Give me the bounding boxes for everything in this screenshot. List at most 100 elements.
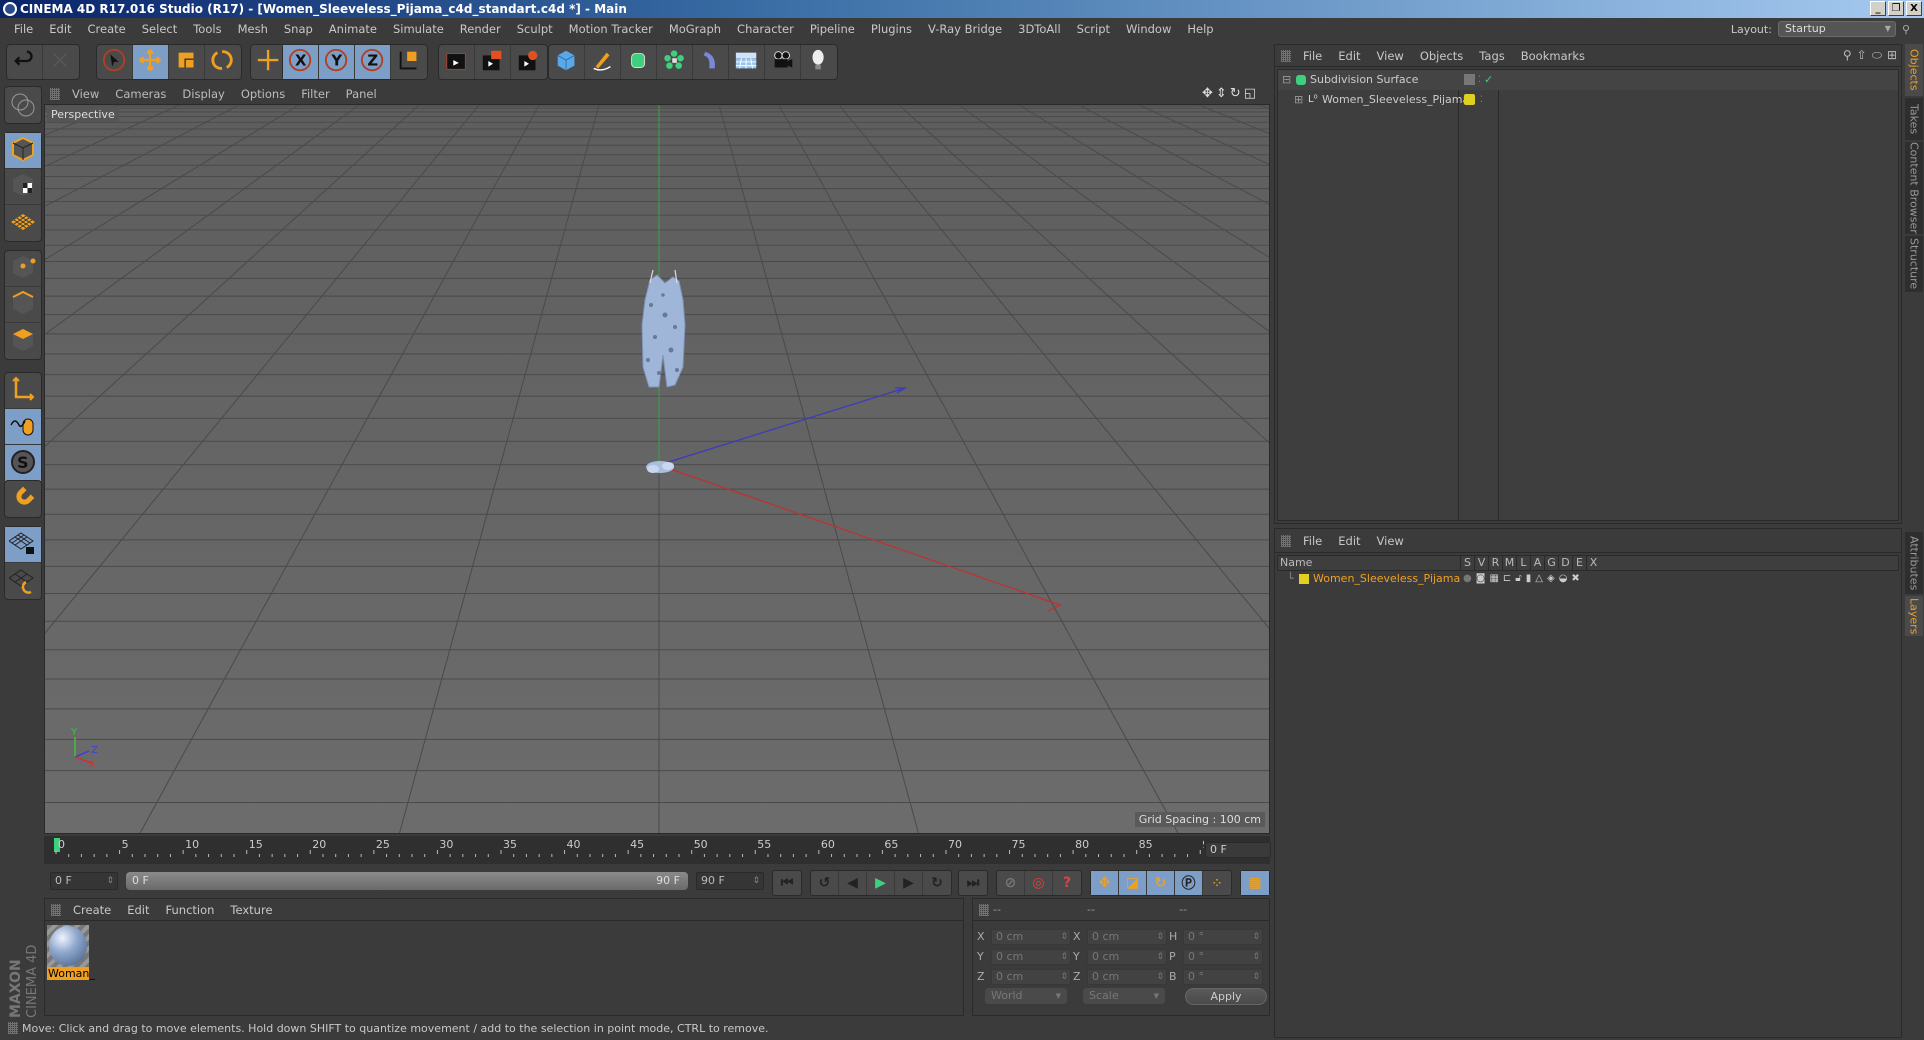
restore-button[interactable]: ❐ — [1888, 1, 1904, 16]
solo-mode-button[interactable]: S — [5, 445, 41, 481]
material-menu-edit[interactable]: Edit — [119, 903, 157, 917]
enabled-check-icon[interactable]: ✓ — [1484, 70, 1493, 90]
object-menu-bookmarks[interactable]: Bookmarks — [1513, 49, 1593, 63]
key-scale-button[interactable]: ◪ — [1119, 871, 1147, 895]
column-m[interactable]: M — [1502, 556, 1516, 570]
visibility-dots[interactable]: ⁚ — [1480, 90, 1483, 110]
column-s[interactable]: S — [1460, 556, 1474, 570]
deformer-button[interactable] — [693, 45, 729, 79]
material-menu-texture[interactable]: Texture — [222, 903, 280, 917]
coordinate-system-button[interactable] — [391, 45, 427, 79]
layout-dropdown[interactable]: Startup — [1777, 21, 1896, 37]
column-r[interactable]: R — [1488, 556, 1502, 570]
camera-label[interactable]: Perspective — [47, 107, 119, 122]
tweak-mode-button[interactable] — [5, 409, 41, 445]
z-axis-lock-button[interactable]: Z — [355, 45, 391, 79]
menu-render[interactable]: Render — [452, 22, 509, 36]
column-name[interactable]: Name — [1278, 556, 1460, 570]
editor-visibility-icon[interactable] — [1464, 74, 1475, 85]
texture-mode-button[interactable] — [5, 169, 41, 205]
object-row[interactable]: ⊟ Subdivision Surface ⁚ ✓ — [1278, 70, 1898, 90]
coord-field[interactable]: 0 cm — [1087, 969, 1167, 985]
coordinate-space-dropdown[interactable]: World — [985, 988, 1067, 1004]
layer-menu-file[interactable]: File — [1295, 534, 1330, 548]
snap-button[interactable] — [5, 481, 41, 517]
move-button[interactable] — [133, 45, 169, 79]
menu-file[interactable]: File — [6, 22, 41, 36]
search-icon[interactable]: ⚲ — [1843, 48, 1852, 63]
column-a[interactable]: A — [1530, 556, 1544, 570]
coord-field[interactable]: 0 ° — [1183, 969, 1263, 985]
menu-select[interactable]: Select — [134, 22, 185, 36]
coord-field[interactable]: 0 cm — [1087, 929, 1167, 945]
tab-layers[interactable]: Layers — [1905, 596, 1923, 636]
panel-grip[interactable] — [1281, 534, 1291, 547]
column-l[interactable]: L — [1516, 556, 1530, 570]
go-to-next-key-button[interactable]: ↻ — [923, 871, 951, 895]
object-menu-tags[interactable]: Tags — [1471, 49, 1512, 63]
xref-icon[interactable]: ✖ — [1571, 571, 1579, 587]
column-e[interactable]: E — [1572, 556, 1586, 570]
current-frame-field[interactable]: 0 F — [1205, 842, 1271, 858]
tab-structure[interactable]: Structure — [1905, 236, 1923, 292]
material-menu-create[interactable]: Create — [65, 903, 119, 917]
collapse-icon[interactable]: ⊟ — [1282, 70, 1291, 90]
tab-content-browser[interactable]: Content Browser — [1905, 142, 1923, 234]
keyframe-selection-button[interactable]: ? — [1053, 871, 1081, 895]
light-button[interactable] — [801, 45, 837, 79]
floor-scene-button[interactable] — [729, 45, 765, 79]
column-g[interactable]: G — [1544, 556, 1558, 570]
viewport-menu-cameras[interactable]: Cameras — [107, 87, 174, 101]
subdivision-surface-button[interactable] — [621, 45, 657, 79]
new-panel-icon[interactable]: ⊞ — [1887, 48, 1897, 63]
render-visibility-dots[interactable]: ⁚ — [1478, 70, 1481, 90]
object-menu-view[interactable]: View — [1369, 49, 1412, 63]
preview-range-slider[interactable]: 0 F 90 F — [126, 872, 688, 890]
edges-mode-button[interactable] — [5, 287, 41, 323]
viewport-menu-filter[interactable]: Filter — [293, 87, 337, 101]
dolly-view-icon[interactable]: ⇕ — [1216, 86, 1227, 101]
scale-button[interactable] — [169, 45, 205, 79]
key-rotation-button[interactable]: ↻ — [1147, 871, 1175, 895]
manager-icon[interactable]: ⊏ — [1503, 571, 1511, 587]
menu-motion-tracker[interactable]: Motion Tracker — [561, 22, 661, 36]
play-button[interactable]: ▶ — [867, 871, 895, 895]
x-axis-lock-button[interactable]: X — [283, 45, 319, 79]
points-mode-button[interactable] — [5, 251, 41, 287]
toggle-view-icon[interactable]: ◱ — [1244, 86, 1256, 101]
menu-simulate[interactable]: Simulate — [385, 22, 452, 36]
column-x[interactable]: X — [1586, 556, 1600, 570]
menu-mesh[interactable]: Mesh — [230, 22, 276, 36]
object-menu-objects[interactable]: Objects — [1412, 49, 1471, 63]
render-icon[interactable]: ▦ — [1489, 571, 1498, 587]
material-menu-function[interactable]: Function — [158, 903, 223, 917]
go-to-previous-key-button[interactable]: ↺ — [811, 871, 839, 895]
solo-icon[interactable]: ● — [1463, 571, 1472, 587]
expand-icon[interactable]: ⊞ — [1294, 90, 1303, 110]
deformers-icon[interactable]: ◈ — [1547, 571, 1555, 587]
make-editable-button[interactable] — [5, 87, 41, 123]
coord-field[interactable]: 0 ° — [1183, 949, 1263, 965]
menu-snap[interactable]: Snap — [276, 22, 321, 36]
go-to-start-button[interactable]: ⏮ — [773, 871, 801, 895]
menu-mograph[interactable]: MoGraph — [661, 22, 729, 36]
menu-tools[interactable]: Tools — [185, 22, 229, 36]
column-d[interactable]: D — [1558, 556, 1572, 570]
layer-menu-view[interactable]: View — [1369, 534, 1412, 548]
menu-edit[interactable]: Edit — [41, 22, 79, 36]
timeline-window-button[interactable]: ▦ — [1241, 871, 1269, 895]
layer-name[interactable]: Women_Sleeveless_Pijama — [1313, 571, 1460, 587]
close-button[interactable]: X — [1906, 1, 1922, 16]
rotate-view-icon[interactable]: ↻ — [1230, 86, 1241, 101]
menu-sculpt[interactable]: Sculpt — [509, 22, 561, 36]
object-name[interactable]: Subdivision Surface — [1310, 70, 1418, 90]
viewport-menu-options[interactable]: Options — [233, 87, 293, 101]
layer-color-swatch[interactable] — [1299, 574, 1309, 584]
search-icon[interactable]: ⚲ — [1902, 23, 1910, 36]
render-settings-button[interactable] — [511, 45, 547, 79]
menu-animate[interactable]: Animate — [321, 22, 385, 36]
view-toggle-icon[interactable]: ⬭ — [1872, 48, 1882, 63]
panel-grip[interactable] — [51, 903, 61, 916]
lock-icon[interactable]: 🔓︎ — [1515, 571, 1521, 587]
pen-spline-button[interactable] — [585, 45, 621, 79]
